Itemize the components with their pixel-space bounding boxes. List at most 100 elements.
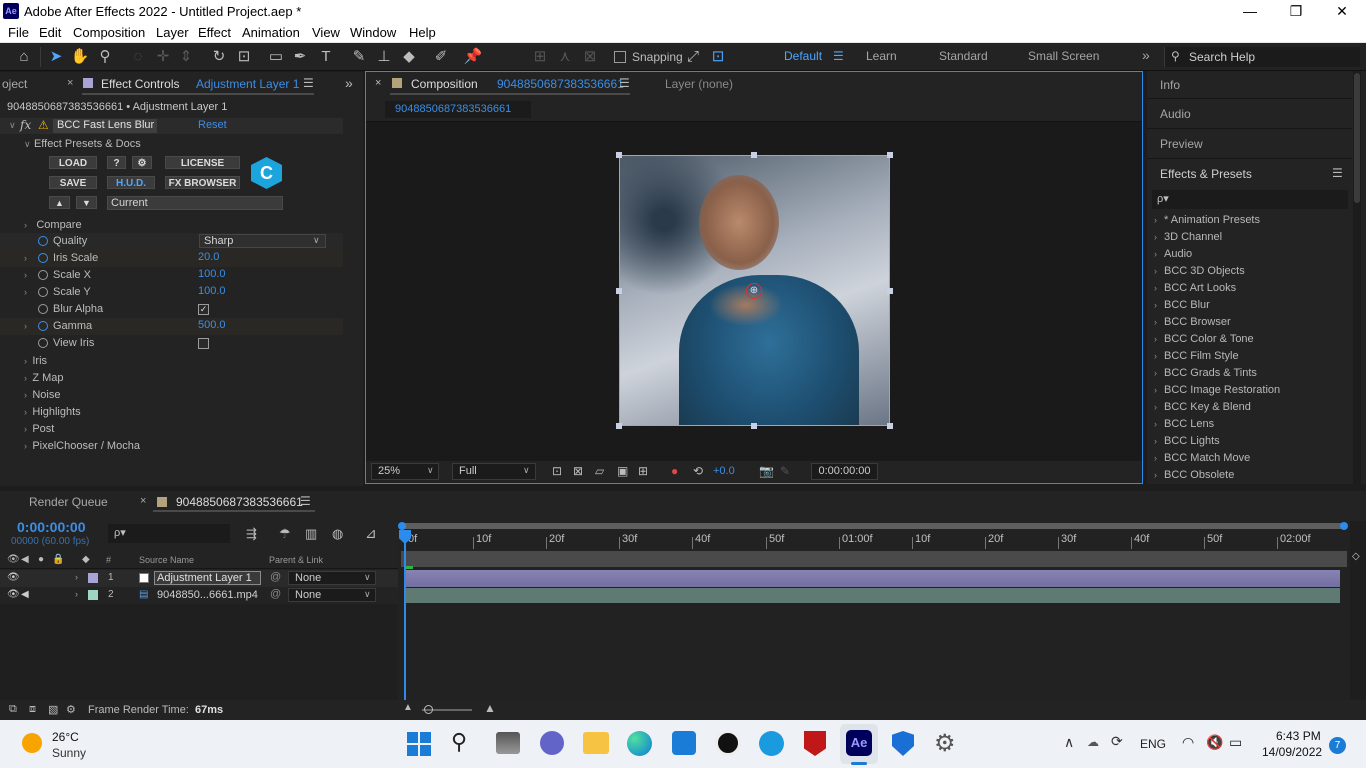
pan-behind-tool-icon[interactable]: ⊡ [234,47,254,67]
align-icon[interactable]: ⊞ [530,47,550,67]
layer-name[interactable]: 9048850...6661.mp4 [157,589,258,601]
composition-tab-label[interactable]: Composition [411,77,478,91]
col-source-name[interactable]: Source Name [139,555,194,565]
current-time-display[interactable]: 0:00:00:00 [17,519,86,535]
continuum-logo-icon[interactable]: C [251,157,282,189]
expand-arrow-icon[interactable]: › [24,373,27,383]
workspace-learn[interactable]: Learn [866,49,897,63]
puppet-tool-icon[interactable]: 📌 [463,47,483,67]
audio-switch-icon[interactable]: ◀ [21,554,29,565]
axis-icon[interactable]: ⋏ [555,47,575,67]
region-of-interest-icon[interactable]: ▣ [617,464,628,478]
menu-help[interactable]: Help [409,25,436,40]
expand-arrow-icon[interactable]: › [1154,334,1157,344]
selection-tool-icon[interactable]: ➤ [46,47,66,67]
brush-tool-icon[interactable]: ✎ [349,47,369,67]
effect-controls-tab-layer[interactable]: Adjustment Layer 1 [196,77,299,91]
expand-arrow-icon[interactable]: › [24,441,27,451]
expand-arrow-icon[interactable]: › [24,424,27,434]
panel-menu-icon[interactable]: ☰ [300,494,311,508]
stopwatch-icon[interactable] [38,287,48,297]
group-pixelchooser[interactable]: › PixelChooser / Mocha [24,438,140,452]
show-hidden-icons-chevron-icon[interactable]: ∧ [1064,734,1074,751]
work-area-range[interactable] [401,551,1347,567]
mask-visibility-icon[interactable]: ▱ [595,464,604,478]
orbit-camera-icon[interactable]: ◌ [128,47,148,67]
close-button[interactable]: ✕ [1319,0,1365,23]
list-item[interactable]: › BCC Film Style [1147,349,1352,366]
menu-animation[interactable]: Animation [242,25,300,40]
layer-tab[interactable]: Layer (none) [665,77,733,91]
time-ruler[interactable]: 0f 10f 20f 30f 40f 50f 01:00f 10f 20f 30f 40f 50f 02… [398,531,1348,551]
store-icon[interactable] [672,731,696,755]
expand-arrow-icon[interactable]: › [24,220,27,230]
expand-arrow-icon[interactable]: › [24,287,27,297]
expand-arrow-icon[interactable]: › [1154,470,1157,480]
stopwatch-icon[interactable] [38,338,48,348]
fx-browser-button[interactable]: FX BROWSER [165,176,240,189]
list-item[interactable]: › BCC Image Restoration [1147,383,1352,400]
transform-handle[interactable] [887,423,893,429]
pickwhip-icon[interactable]: @ [270,571,281,583]
snap-grid-icon[interactable]: ⊡ [708,47,728,67]
blur-alpha-checkbox[interactable]: ✓ [198,304,209,315]
guides-icon[interactable]: ⊞ [638,464,648,478]
comp-flowchart-tab[interactable]: 9048850687383536661 [385,101,531,118]
more-workspaces-button[interactable]: » [1142,47,1150,63]
comp-button-icon[interactable]: ◇ [1352,551,1360,562]
list-item[interactable]: › BCC Obsolete [1147,468,1352,484]
solo-switch-icon[interactable]: ● [38,554,44,565]
menu-view[interactable]: View [312,25,340,40]
search-icon[interactable]: ⚲ [451,729,467,755]
eye-icon[interactable]: 👁 [7,589,20,600]
minimize-button[interactable]: — [1227,0,1273,23]
project-tab[interactable]: oject [2,77,27,91]
group-z-map[interactable]: › Z Map [24,370,64,384]
menu-edit[interactable]: Edit [39,25,61,40]
draft-3d-icon[interactable]: ☂ [279,526,291,542]
expand-arrow-icon[interactable]: › [24,356,27,366]
snapping-checkbox[interactable] [614,51,626,63]
preset-up-icon[interactable]: ▲ [49,196,70,209]
expand-arrow-icon[interactable]: › [1154,453,1157,463]
expand-arrow-icon[interactable]: › [1154,232,1157,242]
quality-dropdown[interactable]: Sharp ∨ [199,234,326,248]
toggle-layer-switches-icon[interactable]: ⧉ [9,703,17,716]
expand-arrow-icon[interactable]: › [1154,317,1157,327]
render-queue-tab[interactable]: Render Queue [29,495,108,509]
transform-handle[interactable] [616,423,622,429]
preview-panel-header[interactable]: Preview [1147,130,1352,159]
timeline-scrollbar[interactable]: ◇ [1350,521,1366,700]
list-item[interactable]: › * Animation Presets [1147,213,1352,230]
eraser-tool-icon[interactable]: ◆ [399,47,419,67]
view-iris-checkbox[interactable] [198,338,209,349]
expand-arrow-icon[interactable]: › [75,589,78,599]
list-item[interactable]: › BCC Grads & Tints [1147,366,1352,383]
effect-presets-row[interactable]: ∨ Effect Presets & Docs [24,136,141,150]
show-snapshot-icon[interactable]: ✎ [780,464,790,478]
sync-icon[interactable]: ⟳ [1111,733,1123,750]
layer-2-bar[interactable] [405,588,1340,603]
panel-menu-icon[interactable]: ☰ [619,76,630,90]
fx-toggle-icon[interactable]: fx [20,118,31,132]
layer-1-bar[interactable] [405,570,1340,587]
audio-panel-header[interactable]: Audio [1147,100,1352,129]
rotation-tool-icon[interactable]: ↻ [209,47,229,67]
expand-arrow-icon[interactable]: › [1154,351,1157,361]
gamma-value[interactable]: 500.0 [198,319,226,331]
layer-label-color[interactable] [88,573,98,583]
group-post[interactable]: › Post [24,421,54,435]
menu-effect[interactable]: Effect [198,25,231,40]
workspace-menu-icon[interactable]: ☰ [833,49,844,63]
zoom-in-icon[interactable]: ▲ [484,701,496,715]
mcafee-icon[interactable] [804,731,826,756]
expand-arrow-icon[interactable]: › [1154,368,1157,378]
clone-stamp-tool-icon[interactable]: ⊥ [374,47,394,67]
stopwatch-icon[interactable] [38,304,48,314]
save-button[interactable]: SAVE [49,176,97,189]
expand-arrow-icon[interactable]: › [1154,436,1157,446]
scale-y-value[interactable]: 100.0 [198,285,226,297]
pickwhip-icon[interactable]: @ [270,588,281,600]
table-row[interactable]: 👁 › 1 Adjustment Layer 1 @ None ∨ [0,570,398,587]
fast-previews-icon[interactable]: ⊡ [552,464,562,478]
